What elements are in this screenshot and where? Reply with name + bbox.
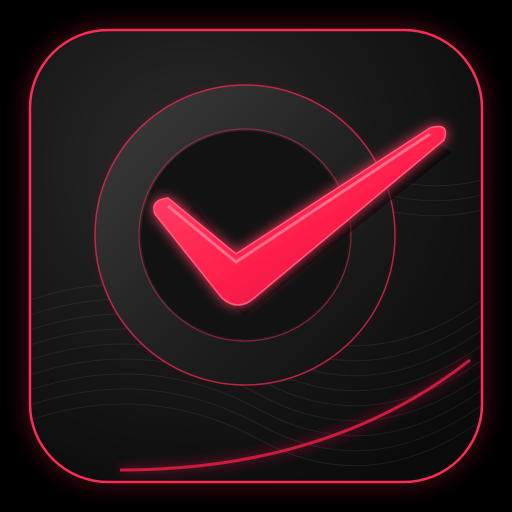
check-circle-icon [27, 27, 485, 485]
checkmark-app-icon[interactable] [0, 0, 512, 512]
icon-canvas [0, 0, 512, 512]
